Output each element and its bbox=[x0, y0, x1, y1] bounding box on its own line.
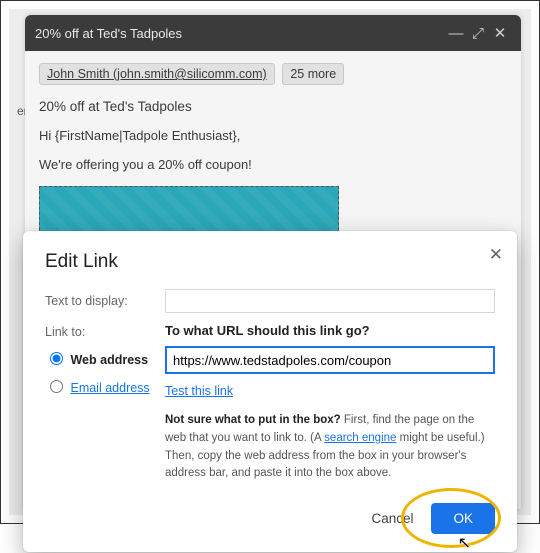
edit-link-dialog: ✕ Edit Link Text to display: Link to: We… bbox=[23, 231, 517, 552]
email-address-radio[interactable]: Email address bbox=[45, 377, 165, 395]
compose-header: 20% off at Ted's Tadpoles — ⤢ ✕ bbox=[25, 15, 521, 51]
test-link[interactable]: Test this link bbox=[165, 384, 233, 398]
link-to-label: Link to: bbox=[45, 325, 165, 339]
compose-body-line: We're offering you a 20% off coupon! bbox=[39, 157, 507, 172]
cancel-button[interactable]: Cancel bbox=[371, 511, 413, 526]
ok-button[interactable]: OK bbox=[431, 503, 495, 534]
compose-title: 20% off at Ted's Tadpoles bbox=[35, 26, 445, 41]
search-engine-link[interactable]: search engine bbox=[324, 432, 396, 444]
close-icon[interactable]: ✕ bbox=[489, 24, 511, 42]
hint-text: Not sure what to put in the box? First, … bbox=[165, 412, 495, 483]
url-question: To what URL should this link go? bbox=[165, 323, 495, 338]
cursor-icon: ↖ bbox=[458, 533, 471, 553]
text-to-display-label: Text to display: bbox=[45, 294, 165, 308]
text-to-display-input[interactable] bbox=[165, 289, 495, 313]
compose-body-line: Hi {FirstName|Tadpole Enthusiast}, bbox=[39, 128, 507, 143]
recipients-more-chip[interactable]: 25 more bbox=[282, 63, 344, 85]
web-address-radio-input[interactable] bbox=[50, 352, 63, 365]
email-address-radio-label[interactable]: Email address bbox=[70, 381, 149, 395]
compose-subject: 20% off at Ted's Tadpoles bbox=[39, 99, 507, 114]
dialog-close-icon[interactable]: ✕ bbox=[489, 245, 503, 265]
web-address-radio-label: Web address bbox=[70, 353, 148, 367]
email-address-radio-input[interactable] bbox=[50, 380, 63, 393]
hint-lead: Not sure what to put in the box? bbox=[165, 414, 341, 426]
recipient-chip[interactable]: John Smith (john.smith@silicomm.com) bbox=[39, 63, 275, 85]
minimize-icon[interactable]: — bbox=[445, 25, 467, 42]
dialog-title: Edit Link bbox=[45, 251, 495, 273]
url-input[interactable] bbox=[165, 346, 495, 374]
expand-icon[interactable]: ⤢ bbox=[467, 25, 489, 42]
web-address-radio[interactable]: Web address bbox=[45, 349, 165, 367]
